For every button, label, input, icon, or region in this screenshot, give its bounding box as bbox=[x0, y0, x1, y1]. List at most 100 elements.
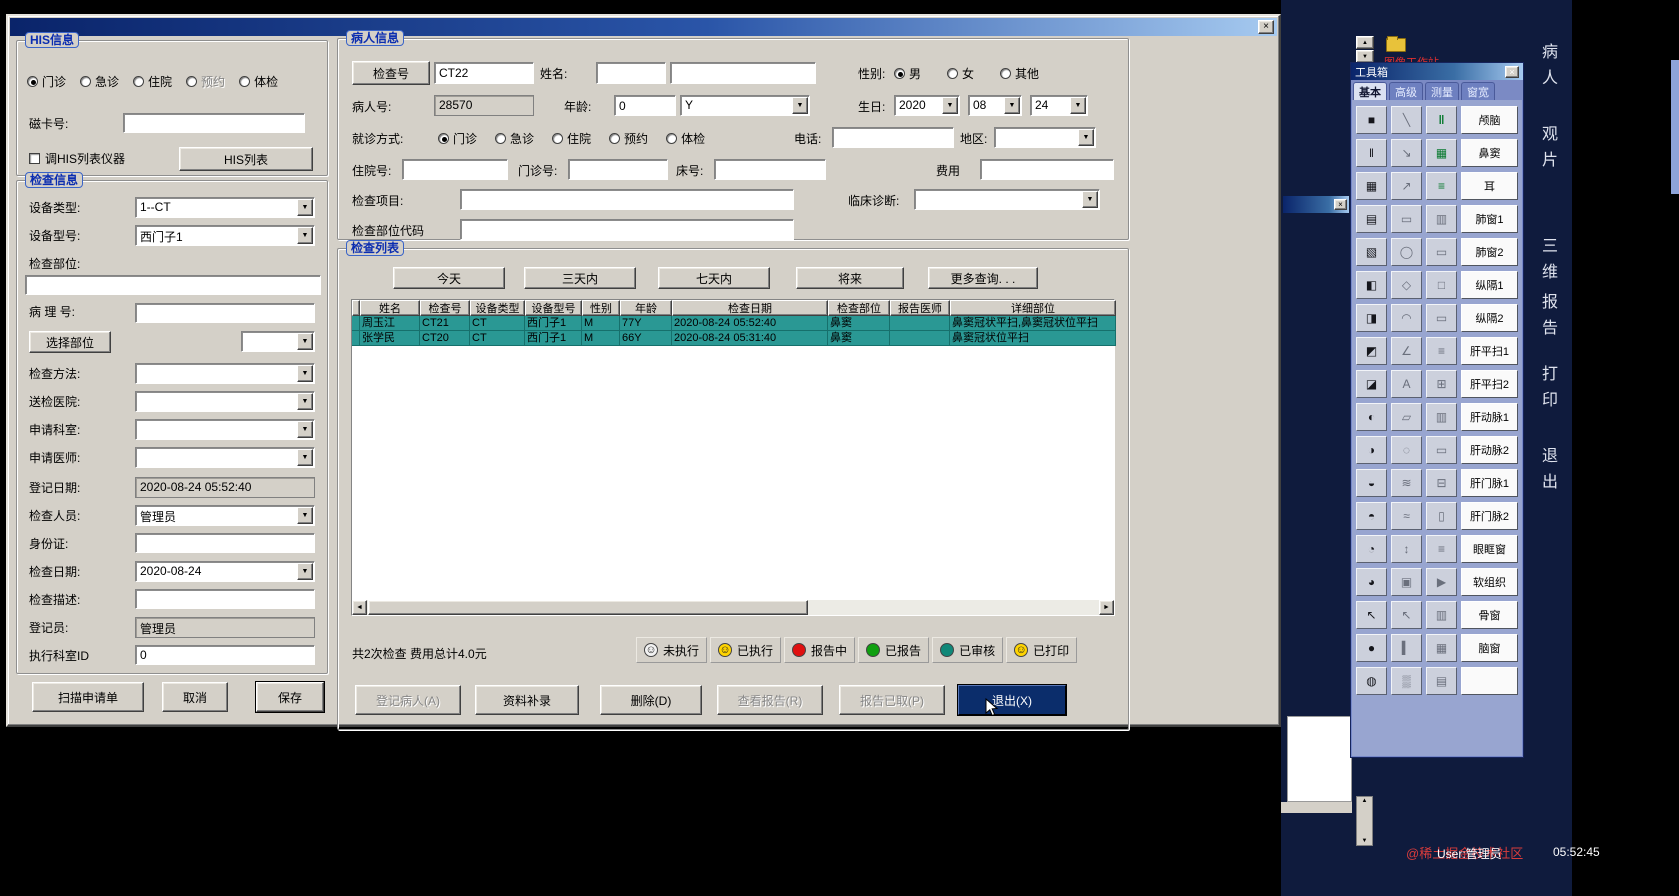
tool-icon-button[interactable]: ◨ bbox=[1356, 304, 1387, 332]
scroll-right-button[interactable]: ► bbox=[1099, 600, 1114, 615]
toolbox-tab[interactable]: 窗宽 bbox=[1461, 82, 1495, 100]
action-button[interactable]: 退出(X) bbox=[958, 685, 1066, 715]
his-visit-type-option[interactable]: 门诊 bbox=[27, 73, 66, 90]
tool-preset-button[interactable]: 纵隔2 bbox=[1461, 304, 1518, 332]
radio-icon[interactable] bbox=[947, 68, 959, 79]
tool-preset-button[interactable]: 骨窗 bbox=[1461, 601, 1518, 629]
column-header[interactable]: 年龄 bbox=[620, 300, 672, 316]
pathology-input[interactable] bbox=[135, 303, 315, 323]
birth-year-combo[interactable]: 2020 ▼ bbox=[894, 95, 960, 116]
chevron-down-icon[interactable]: ▼ bbox=[297, 227, 313, 244]
tool-icon-button[interactable]: □ bbox=[1426, 271, 1457, 299]
birth-day-combo[interactable]: 24 ▼ bbox=[1030, 95, 1088, 116]
tool-icon-button[interactable]: ◧ bbox=[1356, 271, 1387, 299]
scan-request-button[interactable]: 扫描申请单 bbox=[32, 682, 144, 712]
exam-items-input[interactable] bbox=[460, 189, 794, 210]
chevron-down-icon[interactable]: ▼ bbox=[792, 97, 808, 114]
tool-preset-button[interactable]: 肝门脉2 bbox=[1461, 502, 1518, 530]
tool-icon-button[interactable]: ▥ bbox=[1426, 205, 1457, 233]
radio-icon[interactable] bbox=[239, 76, 251, 87]
toolbox-tab[interactable]: 高级 bbox=[1389, 82, 1423, 100]
chevron-down-icon[interactable]: ▼ bbox=[1070, 97, 1086, 114]
tool-icon-button[interactable]: ≡ bbox=[1426, 535, 1457, 563]
scrollbar-thumb[interactable] bbox=[368, 600, 808, 615]
tool-icon-button[interactable]: ◌ bbox=[1391, 436, 1422, 464]
side-menu-item[interactable]: 观片 bbox=[1542, 122, 1558, 174]
tool-preset-button[interactable]: 肝门脉1 bbox=[1461, 469, 1518, 497]
tool-preset-button[interactable]: 肝平扫1 bbox=[1461, 337, 1518, 365]
tool-preset-button[interactable]: 脑窗 bbox=[1461, 634, 1518, 662]
device-model-combo[interactable]: 西门子1 ▼ bbox=[135, 225, 315, 246]
radio-icon[interactable] bbox=[438, 133, 449, 144]
birth-month-combo[interactable]: 08 ▼ bbox=[968, 95, 1022, 116]
side-menu-item[interactable]: 退出 bbox=[1542, 444, 1558, 496]
chevron-down-icon[interactable]: ▼ bbox=[1082, 191, 1098, 208]
tool-icon-button[interactable]: ▧ bbox=[1356, 238, 1387, 266]
quick-filter-button[interactable]: 将来 bbox=[796, 267, 904, 289]
table-row[interactable]: 张学民 CT20 CT 西门子1 M 66Y 2020-08-24 05:31:40 鼻窦 鼻窦… bbox=[352, 331, 1116, 346]
tool-icon-button[interactable]: ▥ bbox=[1426, 403, 1457, 431]
tool-preset-button[interactable]: 纵隔1 bbox=[1461, 271, 1518, 299]
mini-scrollbar[interactable]: ▲ ▼ bbox=[1356, 796, 1373, 846]
tool-icon-button[interactable]: ▭ bbox=[1391, 205, 1422, 233]
tool-icon-button[interactable]: ↕ bbox=[1391, 535, 1422, 563]
exec-dept-input[interactable] bbox=[135, 645, 315, 665]
chevron-down-icon[interactable]: ▼ bbox=[297, 507, 313, 524]
tool-icon-button[interactable]: ◪ bbox=[1356, 370, 1387, 398]
column-header[interactable]: 设备型号 bbox=[525, 300, 582, 316]
column-header[interactable]: 报告医师 bbox=[890, 300, 950, 316]
region-combo[interactable]: ▼ bbox=[994, 127, 1096, 148]
tool-preset-button[interactable]: 肝动脉2 bbox=[1461, 436, 1518, 464]
chevron-down-icon[interactable]: ▼ bbox=[297, 333, 313, 350]
radio-icon[interactable] bbox=[1000, 68, 1012, 79]
quick-filter-button[interactable]: 今天 bbox=[393, 267, 505, 289]
visit-type-option[interactable]: 急诊 bbox=[495, 130, 534, 147]
radio-icon[interactable] bbox=[666, 133, 678, 144]
column-header[interactable]: 详细部位 bbox=[950, 300, 1116, 316]
tool-icon-button[interactable]: ▭ bbox=[1426, 304, 1457, 332]
tool-icon-button[interactable]: ≈ bbox=[1391, 502, 1422, 530]
exam-desc-input[interactable] bbox=[135, 589, 315, 609]
gender-option[interactable]: 女 bbox=[947, 65, 974, 82]
radio-icon[interactable] bbox=[27, 76, 38, 87]
chevron-down-icon[interactable]: ▼ bbox=[297, 449, 313, 466]
chevron-down-icon[interactable]: ▼ bbox=[1004, 97, 1020, 114]
tool-icon-button[interactable]: ‖ bbox=[1356, 139, 1387, 167]
exam-no-input[interactable] bbox=[434, 62, 534, 84]
tool-icon-button[interactable]: ↗ bbox=[1391, 172, 1422, 200]
tool-icon-button[interactable]: ↖ bbox=[1391, 601, 1422, 629]
tool-icon-button[interactable]: ▦ bbox=[1356, 172, 1387, 200]
radio-icon[interactable] bbox=[80, 76, 92, 87]
tool-icon-button[interactable]: ◓ bbox=[1356, 502, 1387, 530]
tool-icon-button[interactable]: ↘ bbox=[1391, 139, 1422, 167]
side-menu-item[interactable]: 打印 bbox=[1542, 362, 1558, 414]
gender-option[interactable]: 其他 bbox=[1000, 65, 1039, 82]
tool-icon-button[interactable]: ◑ bbox=[1356, 436, 1387, 464]
quick-filter-button[interactable]: 七天内 bbox=[658, 267, 770, 289]
tool-preset-button[interactable]: 肝平扫2 bbox=[1461, 370, 1518, 398]
tool-icon-button[interactable]: A bbox=[1391, 370, 1422, 398]
side-menu-item[interactable]: 三维 bbox=[1542, 234, 1558, 286]
tool-preset-button[interactable]: 软组织 bbox=[1461, 568, 1518, 596]
req-doctor-combo[interactable]: ▼ bbox=[135, 447, 315, 468]
tool-icon-button[interactable]: ▍ bbox=[1391, 634, 1422, 662]
visit-type-option[interactable]: 体检 bbox=[666, 130, 705, 147]
examiner-combo[interactable]: 管理员 ▼ bbox=[135, 505, 315, 526]
outpatient-no-input[interactable] bbox=[568, 159, 668, 180]
tool-icon-button[interactable]: ▤ bbox=[1356, 205, 1387, 233]
tool-icon-button[interactable]: ⊞ bbox=[1426, 370, 1457, 398]
age-input[interactable] bbox=[614, 95, 676, 116]
visit-type-option[interactable]: 预约 bbox=[609, 130, 648, 147]
req-dept-combo[interactable]: ▼ bbox=[135, 419, 315, 440]
name-input-2[interactable] bbox=[670, 62, 816, 84]
tool-preset-button[interactable]: 眼眶窗 bbox=[1461, 535, 1518, 563]
window-close-button[interactable]: × bbox=[1258, 20, 1274, 34]
method-combo[interactable]: ▼ bbox=[135, 363, 315, 384]
tool-icon-button[interactable]: ⊟ bbox=[1426, 469, 1457, 497]
gender-option[interactable]: 男 bbox=[894, 65, 921, 82]
tool-preset-button[interactable]: 肺窗2 bbox=[1461, 238, 1518, 266]
his-visit-type-option[interactable]: 住院 bbox=[133, 73, 172, 90]
tool-preset-button[interactable] bbox=[1461, 667, 1518, 695]
column-header[interactable]: 姓名 bbox=[360, 300, 420, 316]
window-titlebar[interactable]: × bbox=[10, 18, 1277, 36]
